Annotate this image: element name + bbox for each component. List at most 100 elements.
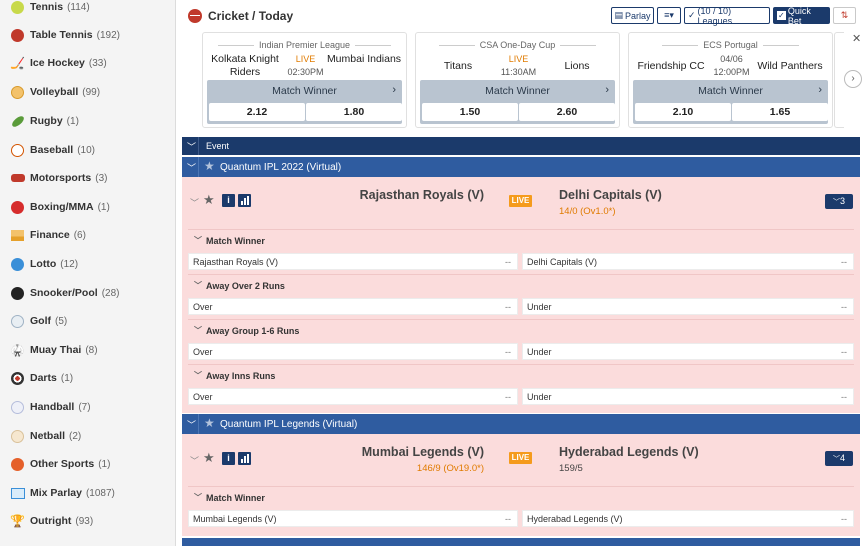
main-content: Cricket / Today ▤ Parlay ≡▾ ✓ (10 / 10) … [182, 0, 864, 546]
close-icon[interactable]: ✕ [852, 32, 861, 45]
odd-cell[interactable]: Delhi Capitals (V) -- [522, 253, 854, 270]
sidebar-item-tennis[interactable]: Tennis (114) [0, 0, 175, 21]
sidebar-item-netball[interactable]: Netball (2) [0, 422, 175, 450]
favorite-star-icon[interactable]: ★ [204, 159, 215, 173]
sidebar-item-volleyball[interactable]: Volleyball (99) [0, 78, 175, 106]
match-row: ﹀ ★ i Mumbai Legends (V) 146/9 (Ov19.0*)… [182, 434, 860, 536]
other-sports-icon [10, 457, 25, 472]
quick-bet-button[interactable]: ✓ Quick Bet [773, 6, 830, 26]
sidebar-item-darts[interactable]: Darts (1) [0, 364, 175, 392]
card-league: CSA One-Day Cup [416, 40, 619, 50]
card-odd-home[interactable]: 1.50 [422, 103, 518, 121]
sidebar-item-snooker[interactable]: Snooker/Pool (28) [0, 279, 175, 307]
sidebar-item-golf[interactable]: Golf (5) [0, 307, 175, 335]
sidebar-item-lotto[interactable]: Lotto (12) [0, 250, 175, 278]
card-odd-away[interactable]: 2.60 [519, 103, 615, 121]
snooker-icon [10, 286, 25, 301]
chevron-down-icon[interactable]: ﹀ [190, 454, 199, 467]
odd-cell[interactable]: Over -- [188, 343, 518, 360]
carousel-next-button[interactable]: › [844, 70, 862, 88]
odd-cell[interactable]: Hyderabad Legends (V) -- [522, 510, 854, 527]
sidebar-item-muay-thai[interactable]: 🥋 Muay Thai (8) [0, 336, 175, 364]
league-header[interactable]: ﹀ ★ Quantum IPL Legends (Virtual) [182, 414, 860, 434]
event-header-label: Event [206, 141, 230, 151]
sidebar-item-label: Mix Parlay [30, 487, 82, 499]
favorite-star-icon[interactable]: ★ [204, 416, 215, 430]
sidebar-item-outright[interactable]: 🏆 Outright (93) [0, 507, 175, 535]
card-odd-away[interactable]: 1.80 [306, 103, 402, 121]
sidebar-item-motorsports[interactable]: Motorsports (3) [0, 164, 175, 192]
chevron-down-icon: ﹀ [194, 236, 202, 245]
odd-label: Under [527, 302, 552, 312]
sidebar-item-rugby[interactable]: Rugby (1) [0, 107, 175, 135]
leagues-label: (10 / 10) Leagues [697, 5, 733, 26]
stats-icon[interactable] [238, 194, 251, 207]
chevron-right-icon[interactable]: › [605, 84, 609, 96]
sort-order-button[interactable]: ⇅ [833, 7, 856, 24]
sidebar-item-handball[interactable]: Handball (7) [0, 393, 175, 421]
chevron-right-icon[interactable]: › [392, 84, 396, 96]
featured-card[interactable]: ECS Portugal Friendship CC 04/06 12:00PM… [628, 32, 833, 128]
card-market: Match Winner › 2.12 1.80 [207, 80, 402, 124]
featured-card[interactable]: Indian Premier League Kolkata Knight Rid… [202, 32, 407, 128]
favorite-star-icon[interactable]: ★ [203, 450, 215, 466]
more-markets-button[interactable]: ﹀4 [825, 451, 853, 466]
favorite-star-icon[interactable]: ★ [203, 192, 215, 208]
checkbox-icon: ✓ [777, 11, 786, 20]
chevron-down-icon[interactable]: ﹀ [187, 140, 196, 153]
card-time: 12:00PM [713, 67, 750, 77]
card-away-team: Mumbai Indians [326, 53, 402, 65]
featured-matches: Indian Premier League Kolkata Knight Rid… [202, 32, 864, 129]
chevron-down-icon: ﹀ [194, 281, 202, 290]
sidebar-item-label: Darts [30, 372, 57, 384]
market-header[interactable]: ﹀ Match Winner [188, 229, 854, 249]
sidebar-item-finance[interactable]: Finance (6) [0, 221, 175, 249]
volleyball-icon [10, 85, 25, 100]
market-header[interactable]: ﹀ Away Over 2 Runs [188, 274, 854, 294]
info-icon[interactable]: i [222, 452, 235, 465]
chevron-down-icon[interactable]: ﹀ [190, 196, 199, 209]
featured-card[interactable]: CSA One-Day Cup Titans LIVE 11:30AM Lion… [415, 32, 620, 128]
sidebar-item-count: (10) [77, 144, 95, 156]
sidebar-item-baseball[interactable]: Baseball (10) [0, 136, 175, 164]
golf-icon [10, 314, 25, 329]
sidebar-item-mix-parlay[interactable]: Mix Parlay (1087) [0, 479, 175, 507]
odd-label: Under [527, 392, 552, 402]
away-team-name: Delhi Capitals (V) [559, 188, 662, 202]
leagues-button[interactable]: ✓ (10 / 10) Leagues [684, 5, 770, 26]
sidebar-item-table-tennis[interactable]: Table Tennis (192) [0, 21, 175, 49]
stats-icon[interactable] [238, 452, 251, 465]
odd-cell[interactable]: Under -- [522, 388, 854, 405]
card-odd-home[interactable]: 2.10 [635, 103, 731, 121]
odd-cell[interactable]: Over -- [188, 388, 518, 405]
odd-cell[interactable]: Mumbai Legends (V) -- [188, 510, 518, 527]
odd-cell[interactable]: Over -- [188, 298, 518, 315]
odd-cell[interactable]: Under -- [522, 343, 854, 360]
card-odd-away[interactable]: 1.65 [732, 103, 828, 121]
chevron-down-icon[interactable]: ﹀ [187, 161, 196, 174]
market-header[interactable]: ﹀ Match Winner [188, 486, 854, 506]
market-header[interactable]: ﹀ Away Group 1-6 Runs [188, 319, 854, 339]
odd-cell[interactable]: Rajasthan Royals (V) -- [188, 253, 518, 270]
sidebar-item-count: (1087) [85, 487, 115, 499]
sidebar-item-other-sports[interactable]: Other Sports (1) [0, 450, 175, 478]
card-league: ECS Portugal [629, 40, 832, 50]
more-markets-button[interactable]: ﹀3 [825, 194, 853, 209]
odd-cell[interactable]: Under -- [522, 298, 854, 315]
league-header[interactable]: ﹀ ★ Quantum IPL 2022 (Virtual) [182, 157, 860, 177]
parlay-button[interactable]: ▤ Parlay [611, 7, 654, 24]
market-header[interactable]: ﹀ Away Inns Runs [188, 364, 854, 384]
odd-value: -- [841, 514, 847, 524]
sort-button[interactable]: ≡▾ [657, 7, 681, 24]
sidebar-item-ice-hockey[interactable]: 🏒 Ice Hockey (33) [0, 49, 175, 77]
page-title: Cricket / Today [208, 9, 294, 23]
sidebar-item-label: Ice Hockey [30, 57, 85, 69]
featured-card-peek [834, 32, 844, 128]
info-icon[interactable]: i [222, 194, 235, 207]
sports-sidebar: Tennis (114) Table Tennis (192) 🏒 Ice Ho… [0, 0, 176, 546]
chevron-right-icon[interactable]: › [818, 84, 822, 96]
odd-label: Over [193, 392, 213, 402]
chevron-down-icon[interactable]: ﹀ [187, 418, 196, 431]
sidebar-item-boxing[interactable]: Boxing/MMA (1) [0, 193, 175, 221]
card-odd-home[interactable]: 2.12 [209, 103, 305, 121]
